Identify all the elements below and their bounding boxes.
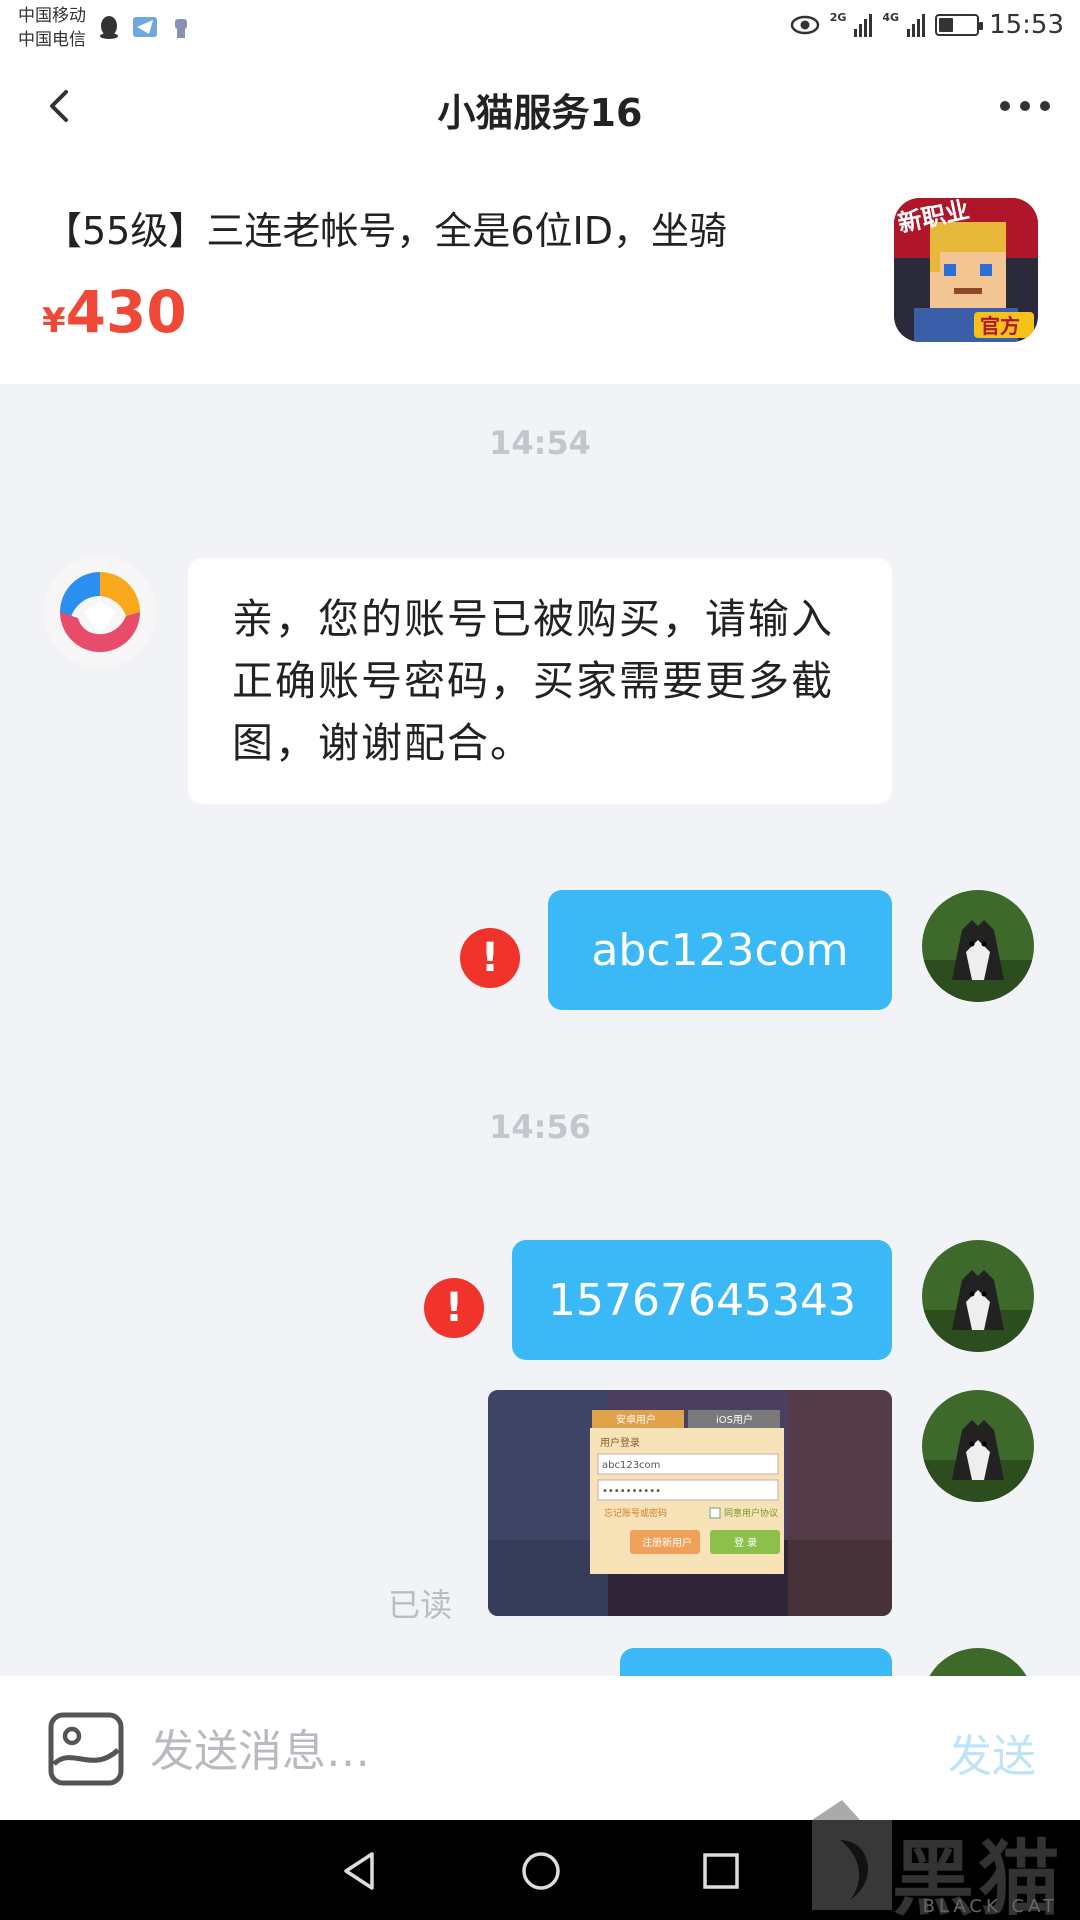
image-tab-ios: iOS用户 xyxy=(716,1413,753,1426)
input-bar: 发送 xyxy=(0,1676,1080,1820)
image-heading: 用户登录 xyxy=(600,1436,640,1449)
carrier-2: 中国电信 xyxy=(18,30,86,50)
network-type-2: 4G xyxy=(882,10,900,24)
network-type-1: 2G xyxy=(829,10,847,24)
image-agree: 同意用户协议 xyxy=(724,1507,778,1519)
status-bar: 中国移动 中国电信 2G 4G 15:53 xyxy=(0,0,1080,56)
user-avatar[interactable] xyxy=(922,1390,1034,1502)
image-tab-android: 安卓用户 xyxy=(616,1413,656,1426)
telegram-icon xyxy=(133,17,157,37)
more-icon[interactable] xyxy=(1000,86,1050,126)
signal-icon xyxy=(854,13,873,37)
nav-back-icon[interactable] xyxy=(336,1846,386,1896)
service-avatar[interactable] xyxy=(44,556,156,668)
image-account: abc123com xyxy=(602,1460,660,1471)
timestamp: 14:54 xyxy=(489,424,591,462)
outgoing-message-bubble[interactable]: abc123com xyxy=(548,890,892,1010)
eye-icon xyxy=(790,15,819,35)
incoming-message-bubble[interactable]: 亲，您的账号已被购买，请输入正确账号密码，买家需要更多截图，谢谢配合。 xyxy=(188,558,892,804)
image-message[interactable]: 安卓用户 iOS用户 用户登录 abc123com •••••••••• 忘记账… xyxy=(488,1390,892,1616)
product-card[interactable]: 【55级】三连老帐号，全是6位ID，坐骑 ¥430 新职业 官方 xyxy=(0,156,1080,384)
watermark-subtext: BLACK CAT xyxy=(922,1896,1058,1917)
send-failed-icon[interactable]: ! xyxy=(424,1278,484,1338)
image-password: •••••••••• xyxy=(602,1486,661,1497)
image-remember: 忘记账号或密码 xyxy=(604,1507,667,1519)
carrier-1: 中国移动 xyxy=(18,6,86,26)
send-button[interactable]: 发送 xyxy=(948,1720,1036,1784)
status-right: 2G 4G 15:53 xyxy=(790,10,1064,40)
read-receipt: 已读 xyxy=(388,1586,453,1624)
nav-recents-icon[interactable] xyxy=(696,1846,746,1896)
user-avatar[interactable] xyxy=(922,1240,1034,1352)
timestamp: 14:56 xyxy=(489,1108,591,1146)
price-value: 430 xyxy=(65,278,187,346)
battery-icon xyxy=(935,14,984,36)
signal-icon xyxy=(907,13,926,37)
message-input[interactable] xyxy=(150,1716,910,1786)
image-picker-icon[interactable] xyxy=(48,1712,124,1786)
qq-icon xyxy=(100,16,118,39)
notification-icons xyxy=(96,14,194,40)
send-failed-icon[interactable]: ! xyxy=(460,928,520,988)
clock: 15:53 xyxy=(989,10,1064,40)
image-register: 注册新用户 xyxy=(642,1536,692,1549)
currency-symbol: ¥ xyxy=(42,301,66,341)
product-title: 【55级】三连老帐号，全是6位ID，坐骑 xyxy=(44,209,727,253)
user-avatar[interactable] xyxy=(922,890,1034,1002)
nav-home-icon[interactable] xyxy=(516,1846,566,1896)
outgoing-message-bubble-partial[interactable] xyxy=(620,1648,892,1676)
carrier-names: 中国移动 中国电信 xyxy=(18,4,86,52)
image-login: 登 录 xyxy=(734,1536,757,1549)
game-icon-badge: 官方 xyxy=(980,314,1020,338)
chat-messages[interactable]: 14:54 亲，您的账号已被购买，请输入正确账号密码，买家需要更多截图，谢谢配合… xyxy=(0,384,1080,1676)
outgoing-message-bubble[interactable]: 15767645343 xyxy=(512,1240,892,1360)
robot-icon xyxy=(175,19,187,38)
product-price: ¥430 xyxy=(42,278,187,346)
chat-header: 小猫服务16 xyxy=(0,56,1080,156)
page-title: 小猫服务16 xyxy=(437,91,643,135)
user-avatar[interactable] xyxy=(922,1648,1034,1676)
game-icon: 新职业 官方 xyxy=(894,198,1038,342)
